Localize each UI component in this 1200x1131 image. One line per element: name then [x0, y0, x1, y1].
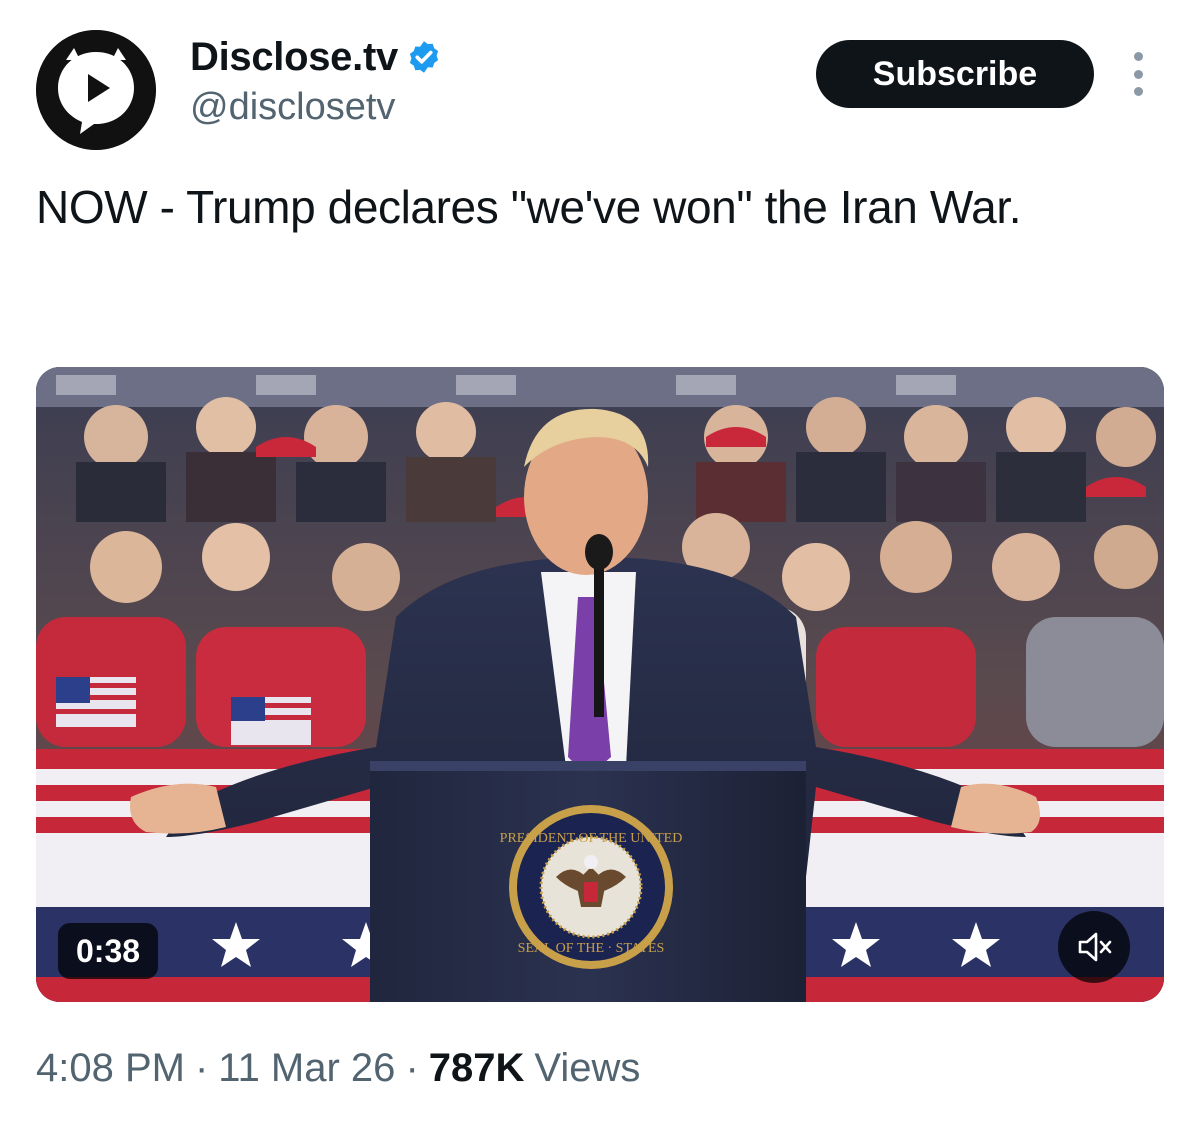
subscribe-button[interactable]: Subscribe [816, 40, 1094, 108]
vertical-ellipsis-icon[interactable] [1124, 52, 1152, 96]
video-player[interactable]: PRESIDENT OF THE UNITED SEAL OF THE · ST… [36, 367, 1164, 1002]
views-count[interactable]: 787K [429, 1046, 525, 1091]
display-name[interactable]: Disclose.tv [190, 35, 398, 80]
video-duration: 0:38 [58, 923, 159, 979]
name-row: Disclose.tv [190, 32, 442, 82]
speaker-muted-icon[interactable] [1058, 911, 1130, 983]
tweet-text: NOW - Trump declares "we've won" the Ira… [36, 181, 1022, 233]
tweet-header: Disclose.tv @disclosetv Subscribe [0, 0, 1200, 160]
tweet-meta: 4:08 PM · 11 Mar 26 · 787K Views [36, 1046, 640, 1091]
play-speech-bubble-icon [36, 30, 156, 150]
svg-text:SEAL OF THE · STATES: SEAL OF THE · STATES [518, 941, 665, 956]
svg-text:PRESIDENT OF THE UNITED: PRESIDENT OF THE UNITED [500, 831, 683, 846]
post-date[interactable]: 11 Mar 26 [218, 1046, 395, 1091]
avatar[interactable] [36, 30, 156, 150]
verified-badge-icon [409, 41, 439, 73]
separator: · [194, 1046, 209, 1090]
views-label: Views [534, 1046, 641, 1090]
post-time[interactable]: 4:08 PM [36, 1046, 185, 1091]
account-handle[interactable]: @disclosetv [190, 86, 395, 129]
separator: · [405, 1046, 419, 1090]
video-thumbnail: PRESIDENT OF THE UNITED SEAL OF THE · ST… [36, 367, 1164, 1002]
